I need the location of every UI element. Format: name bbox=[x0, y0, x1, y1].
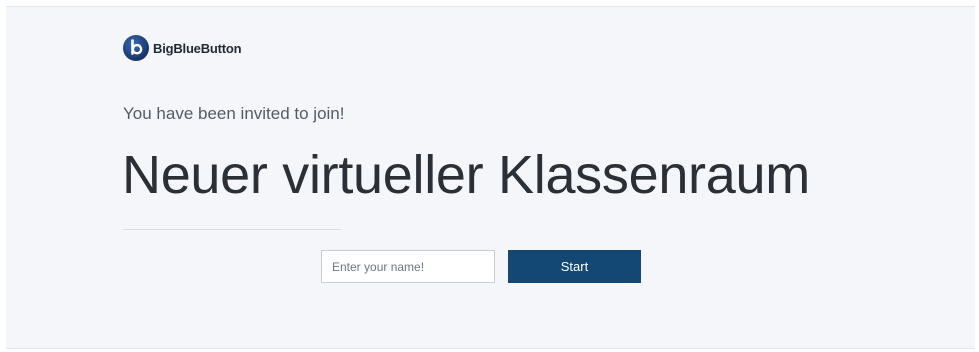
name-input[interactable] bbox=[321, 250, 495, 283]
join-page: BigBlueButton You have been invited to j… bbox=[6, 6, 975, 349]
brand-name: BigBlueButton bbox=[153, 40, 242, 56]
title-divider bbox=[123, 229, 341, 230]
bigbluebutton-logo-icon bbox=[123, 35, 149, 61]
brand-logo: BigBlueButton bbox=[122, 33, 242, 63]
start-button[interactable]: Start bbox=[508, 250, 641, 283]
invitation-message: You have been invited to join! bbox=[123, 104, 345, 123]
room-title: Neuer virtueller Klassenraum bbox=[122, 145, 810, 205]
